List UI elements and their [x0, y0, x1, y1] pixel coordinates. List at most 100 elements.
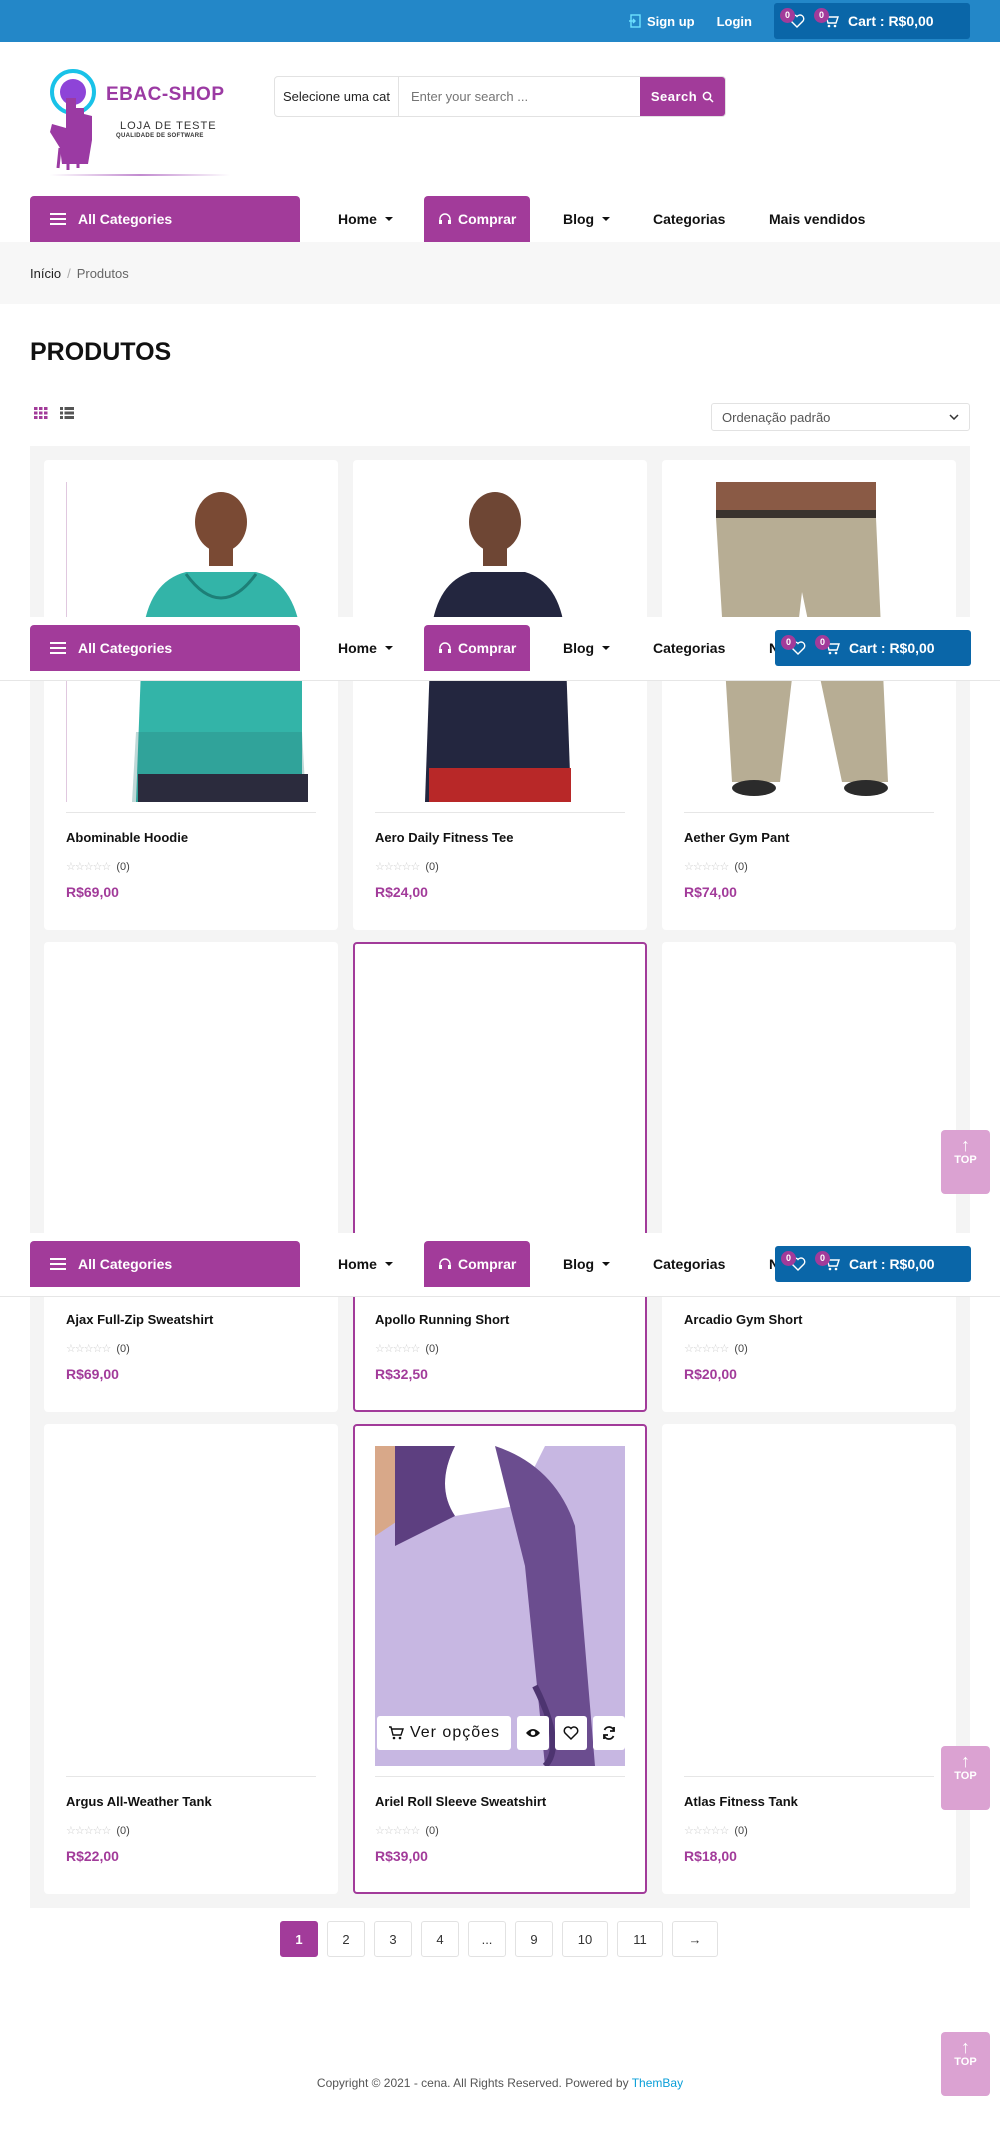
- header-cart[interactable]: 0 0 Cart : R$0,00: [774, 3, 970, 39]
- product-card[interactable]: Argus All-Weather Tank ☆☆☆☆☆ (0) R$22,00: [44, 1424, 338, 1894]
- list-view-icon[interactable]: [60, 407, 74, 419]
- nav-categorias-label: Categorias: [653, 640, 726, 656]
- product-card[interactable]: Arcadio Gym Short ☆☆☆☆☆ (0) R$20,00: [662, 942, 956, 1412]
- cart-total: Cart : R$0,00: [848, 13, 934, 29]
- login-link[interactable]: Login: [717, 14, 752, 29]
- product-name[interactable]: Atlas Fitness Tank: [684, 1794, 798, 1809]
- nav-categorias[interactable]: Categorias: [653, 196, 725, 242]
- refresh-icon: [603, 1726, 615, 1740]
- arrow-up-icon: ↑: [961, 1751, 970, 1771]
- product-hover-actions: Ver opções: [377, 1716, 625, 1750]
- nav-blog[interactable]: Blog: [563, 1241, 611, 1287]
- grid-view-icon[interactable]: [34, 407, 48, 419]
- product-rating: ☆☆☆☆☆ (0): [684, 860, 748, 874]
- product-rating: ☆☆☆☆☆ (0): [684, 1824, 748, 1838]
- ver-opcoes-button[interactable]: Ver opções: [377, 1716, 511, 1750]
- product-name[interactable]: Aether Gym Pant: [684, 830, 789, 845]
- product-name[interactable]: Arcadio Gym Short: [684, 1312, 802, 1327]
- product-card[interactable]: Apollo Running Short ☆☆☆☆☆ (0) R$32,50: [353, 942, 647, 1412]
- product-name[interactable]: Aero Daily Fitness Tee: [375, 830, 513, 845]
- product-rating: ☆☆☆☆☆ (0): [375, 860, 439, 874]
- nav-blog[interactable]: Blog: [563, 196, 611, 242]
- breadcrumb-home[interactable]: Início: [30, 266, 61, 281]
- page-10[interactable]: 10: [562, 1921, 608, 1957]
- back-to-top-label: TOP: [954, 1154, 977, 1166]
- main-nav: All Categories Home Comprar Blog Categor…: [0, 196, 1000, 242]
- caret-down-icon: [602, 1262, 611, 1266]
- card-divider: [684, 812, 934, 813]
- nav-comprar[interactable]: Comprar: [424, 625, 531, 671]
- sort-select[interactable]: Ordenação padrão: [711, 403, 970, 431]
- cart-count-badge: 0: [815, 635, 830, 650]
- star-rating-icon: ☆☆☆☆☆: [375, 861, 420, 873]
- sticky-cart[interactable]: 0 0 Cart : R$0,00: [775, 630, 971, 666]
- product-price: R$18,00: [684, 1848, 737, 1864]
- nav-home[interactable]: Home: [338, 196, 393, 242]
- product-card[interactable]: Ajax Full-Zip Sweatshirt ☆☆☆☆☆ (0) R$69,0…: [44, 942, 338, 1412]
- back-to-top-button[interactable]: ↑ TOP: [941, 1746, 990, 1810]
- product-price: R$69,00: [66, 1366, 119, 1382]
- all-categories-button[interactable]: All Categories: [30, 196, 300, 242]
- product-name[interactable]: Abominable Hoodie: [66, 830, 188, 845]
- all-categories-label: All Categories: [78, 1256, 173, 1272]
- page-9[interactable]: 9: [515, 1921, 553, 1957]
- all-categories-button[interactable]: All Categories: [30, 625, 300, 671]
- product-card[interactable]: Aero Daily Fitness Tee ☆☆☆☆☆ (0) R$24,00: [353, 460, 647, 930]
- product-name[interactable]: Ariel Roll Sleeve Sweatshirt: [375, 1794, 546, 1809]
- add-to-wishlist-button[interactable]: [555, 1716, 587, 1750]
- rating-count: (0): [425, 1342, 439, 1355]
- product-card[interactable]: Aether Gym Pant ☆☆☆☆☆ (0) R$74,00: [662, 460, 956, 930]
- nav-home[interactable]: Home: [338, 625, 393, 671]
- product-price: R$39,00: [375, 1848, 428, 1864]
- wishlist-button[interactable]: 0: [781, 1251, 807, 1273]
- next-page-button[interactable]: →: [672, 1921, 718, 1957]
- breadcrumb-separator: /: [67, 266, 71, 281]
- search-category-select[interactable]: Selecione uma cat: [275, 77, 399, 116]
- heart-icon: [563, 1726, 579, 1741]
- sticky-header: All Categories Home Comprar Blog Categor…: [0, 617, 1000, 681]
- footer-brand-link[interactable]: ThemBay: [632, 2076, 683, 2090]
- search-input[interactable]: [399, 77, 640, 116]
- sticky-cart[interactable]: 0 0 Cart : R$0,00: [775, 1246, 971, 1282]
- nav-comprar[interactable]: Comprar: [424, 196, 531, 242]
- star-rating-icon: ☆☆☆☆☆: [684, 1343, 729, 1355]
- product-card[interactable]: Abominable Hoodie ☆☆☆☆☆ (0) R$69,00: [44, 460, 338, 930]
- page-3[interactable]: 3: [374, 1921, 412, 1957]
- product-name[interactable]: Ajax Full-Zip Sweatshirt: [66, 1312, 213, 1327]
- product-card[interactable]: Ver opções Ariel Roll Sleeve Sweatshirt …: [353, 1424, 647, 1894]
- logo-hand-icon: [50, 69, 96, 170]
- page-1[interactable]: 1: [280, 1921, 318, 1957]
- all-categories-button[interactable]: All Categories: [30, 1241, 300, 1287]
- signup-label: Sign up: [646, 13, 695, 29]
- page-4[interactable]: 4: [421, 1921, 459, 1957]
- all-categories-label: All Categories: [78, 640, 173, 656]
- nav-mais-vendidos-label: Mais vendidos: [769, 211, 866, 227]
- nav-blog[interactable]: Blog: [563, 625, 611, 671]
- page-11[interactable]: 11: [617, 1921, 663, 1957]
- page-2[interactable]: 2: [327, 1921, 365, 1957]
- footer: Copyright © 2021 - cena. All Rights Rese…: [0, 2076, 1000, 2090]
- back-to-top-button[interactable]: ↑ TOP: [941, 1130, 990, 1194]
- menu-icon: [50, 642, 66, 654]
- star-rating-icon: ☆☆☆☆☆: [66, 1343, 111, 1355]
- rating-count: (0): [425, 860, 439, 873]
- cart-icon-wrap: 0: [815, 635, 841, 657]
- nav-home[interactable]: Home: [338, 1241, 393, 1287]
- signup-link[interactable]: Sign up: [628, 14, 695, 29]
- site-logo[interactable]: EBAC-SHOP LOJA DE TESTE QUALIDADE DE SOF…: [40, 68, 230, 178]
- quick-view-button[interactable]: [517, 1716, 549, 1750]
- product-name[interactable]: Apollo Running Short: [375, 1312, 509, 1327]
- nav-categorias[interactable]: Categorias: [653, 1241, 725, 1287]
- wishlist-button[interactable]: 0: [781, 635, 807, 657]
- page-title: PRODUTOS: [30, 338, 172, 366]
- nav-categorias[interactable]: Categorias: [653, 625, 725, 671]
- compare-button[interactable]: [593, 1716, 625, 1750]
- wishlist-button[interactable]: 0: [780, 8, 806, 30]
- search-button[interactable]: Search: [640, 77, 725, 116]
- nav-mais-vendidos[interactable]: Mais vendidos: [769, 196, 865, 242]
- product-name[interactable]: Argus All-Weather Tank: [66, 1794, 212, 1809]
- product-card[interactable]: Atlas Fitness Tank ☆☆☆☆☆ (0) R$18,00: [662, 1424, 956, 1894]
- product-rating: ☆☆☆☆☆ (0): [375, 1342, 439, 1356]
- product-rating: ☆☆☆☆☆ (0): [66, 1342, 130, 1356]
- nav-comprar[interactable]: Comprar: [424, 1241, 531, 1287]
